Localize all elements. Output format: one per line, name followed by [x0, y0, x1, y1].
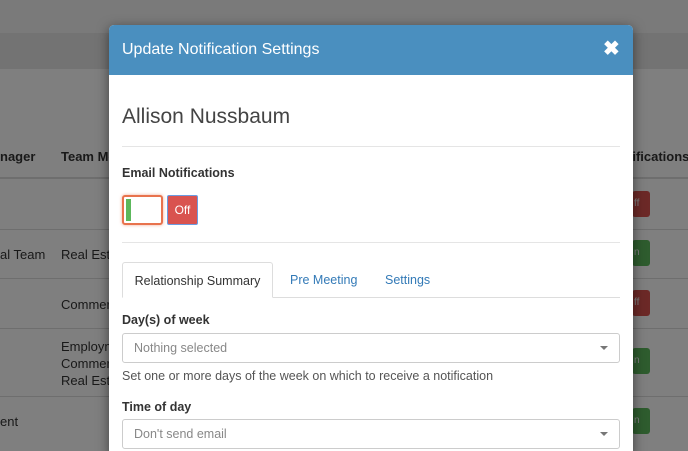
tab-relationship-summary[interactable]: Relationship Summary	[122, 262, 273, 298]
screen: nager Team Me tifications ff al Team Rea…	[0, 0, 688, 451]
tab-settings[interactable]: Settings	[385, 262, 430, 298]
close-icon[interactable]: ✖	[603, 38, 620, 60]
days-of-week-select[interactable]: Nothing selected	[122, 333, 620, 363]
tab-pre-meeting[interactable]: Pre Meeting	[290, 262, 357, 298]
caret-down-icon	[600, 432, 608, 436]
email-notifications-label: Email Notifications	[122, 166, 235, 180]
days-of-week-label: Day(s) of week	[122, 313, 210, 327]
notification-settings-modal: Update Notification Settings ✖ Allison N…	[109, 25, 633, 451]
divider	[122, 242, 620, 243]
email-notifications-toggle[interactable]: Off	[122, 195, 198, 225]
toggle-off-label[interactable]: Off	[167, 195, 198, 225]
modal-title: Update Notification Settings	[122, 41, 320, 58]
toggle-handle[interactable]	[122, 195, 163, 225]
time-of-day-value: Don't send email	[134, 427, 227, 441]
person-name: Allison Nussbaum	[122, 105, 291, 128]
days-of-week-placeholder: Nothing selected	[134, 341, 228, 355]
divider	[122, 146, 620, 147]
time-of-day-select[interactable]: Don't send email	[122, 419, 620, 449]
caret-down-icon	[600, 346, 608, 350]
time-of-day-label: Time of day	[122, 400, 192, 414]
modal-header: Update Notification Settings ✖	[109, 25, 633, 75]
days-of-week-help-text: Set one or more days of the week on whic…	[122, 369, 494, 383]
